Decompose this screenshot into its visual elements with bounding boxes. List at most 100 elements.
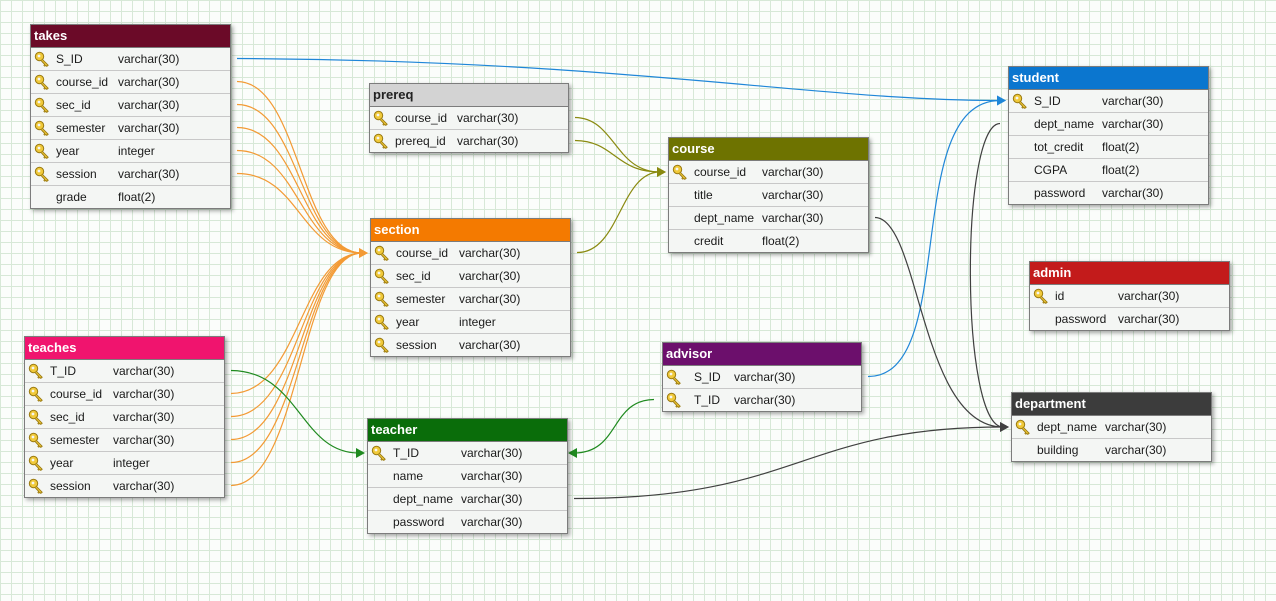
primary-key-icon [374,314,390,331]
column-name: tot_credit [1034,140,1084,154]
column-type: varchar(30) [459,246,521,260]
column-type: varchar(30) [734,370,796,384]
column-row[interactable]: sec_id varchar(30) [371,265,570,288]
column-type: varchar(30) [461,515,523,529]
column-name: semester [50,433,100,447]
column-row[interactable]: session varchar(30) [371,334,570,356]
column-row[interactable]: course_id varchar(30) [370,107,568,130]
column-row[interactable]: T_ID varchar(30) [663,389,861,411]
table-header-course[interactable]: course [669,138,868,161]
table-admin[interactable]: admin id varchar(30) password varchar(30) [1029,261,1230,331]
table-header-section[interactable]: section [371,219,570,242]
column-row[interactable]: course_id varchar(30) [669,161,868,184]
table-advisor[interactable]: advisor S_ID varchar(30) T_ID varchar(30) [662,342,862,412]
table-course[interactable]: course course_id varchar(30) title varchar(3… [668,137,869,253]
column-name: T_ID [393,446,420,460]
relation-edge [236,103,363,254]
column-type: varchar(30) [113,433,175,447]
column-row[interactable]: course_id varchar(30) [31,71,230,94]
column-name: CGPA [1034,163,1068,177]
table-student[interactable]: student S_ID varchar(30) dept_name varchar(3… [1008,66,1209,205]
primary-key-icon [34,51,50,68]
column-row[interactable]: dept_name varchar(30) [1012,416,1211,439]
column-name: course_id [56,75,109,89]
table-takes[interactable]: takes S_ID varchar(30) course_id varchar(30)… [30,24,231,209]
column-type: varchar(30) [457,134,519,148]
column-name: id [1055,289,1065,303]
column-type: varchar(30) [457,111,519,125]
column-row[interactable]: name varchar(30) [368,465,567,488]
column-row[interactable]: dept_name varchar(30) [368,488,567,511]
column-row[interactable]: S_ID varchar(30) [1009,90,1208,113]
column-name: title [694,188,713,202]
column-row[interactable]: dept_name varchar(30) [669,207,868,230]
column-name: year [56,144,80,158]
column-name: course_id [396,246,449,260]
relation-edge [236,80,363,254]
column-row[interactable]: password varchar(30) [1009,182,1208,204]
primary-key-icon [666,392,682,409]
column-name: semester [396,292,446,306]
column-row[interactable]: course_id varchar(30) [371,242,570,265]
table-teacher[interactable]: teacher T_ID varchar(30) name varchar(30) dep… [367,418,568,534]
table-header-teacher[interactable]: teacher [368,419,567,442]
column-row[interactable]: year integer [371,311,570,334]
column-row[interactable]: grade float(2) [31,186,230,208]
column-row[interactable]: T_ID varchar(30) [25,360,224,383]
table-header-prereq[interactable]: prereq [370,84,568,107]
column-name: session [50,479,91,493]
column-type: varchar(30) [113,479,175,493]
arrow-head [657,167,666,177]
table-header-advisor[interactable]: advisor [663,343,861,366]
table-header-student[interactable]: student [1009,67,1208,90]
column-type: varchar(30) [118,121,180,135]
column-row[interactable]: password varchar(30) [368,511,567,533]
column-row[interactable]: S_ID varchar(30) [31,48,230,71]
column-name: dept_name [393,492,454,506]
column-row[interactable]: S_ID varchar(30) [663,366,861,389]
column-row[interactable]: course_id varchar(30) [25,383,224,406]
column-type: varchar(30) [113,410,175,424]
column-name: S_ID [1034,94,1061,108]
column-type: varchar(30) [459,269,521,283]
column-row[interactable]: dept_name varchar(30) [1009,113,1208,136]
column-row[interactable]: year integer [25,452,224,475]
table-section[interactable]: section course_id varchar(30) sec_id varchar… [370,218,571,357]
arrow-head [997,95,1006,106]
column-row[interactable]: year integer [31,140,230,163]
column-row[interactable]: credit float(2) [669,230,868,252]
column-type: varchar(30) [1105,443,1167,457]
column-row[interactable]: semester varchar(30) [25,429,224,452]
column-row[interactable]: password varchar(30) [1030,308,1229,330]
table-header-department[interactable]: department [1012,393,1211,416]
table-teaches[interactable]: teaches T_ID varchar(30) course_id varchar(3… [24,336,225,498]
column-row[interactable]: semester varchar(30) [31,117,230,140]
column-row[interactable]: session varchar(30) [25,475,224,497]
table-prereq[interactable]: prereq course_id varchar(30) prereq_id varch… [369,83,569,153]
column-type: float(2) [762,234,800,248]
column-type: varchar(30) [734,393,796,407]
table-header-takes[interactable]: takes [31,25,230,48]
primary-key-icon [34,97,50,114]
column-row[interactable]: semester varchar(30) [371,288,570,311]
column-row[interactable]: session varchar(30) [31,163,230,186]
column-row[interactable]: CGPA float(2) [1009,159,1208,182]
column-row[interactable]: id varchar(30) [1030,285,1229,308]
table-header-admin[interactable]: admin [1030,262,1229,285]
relation-edge [236,172,363,254]
column-row[interactable]: title varchar(30) [669,184,868,207]
primary-key-icon [373,133,389,150]
relation-edge [230,252,363,418]
primary-key-icon [371,445,387,462]
column-name: year [396,315,420,329]
column-row[interactable]: T_ID varchar(30) [368,442,567,465]
table-department[interactable]: department dept_name varchar(30) building va… [1011,392,1212,462]
column-name: dept_name [694,211,755,225]
column-row[interactable]: sec_id varchar(30) [31,94,230,117]
column-row[interactable]: sec_id varchar(30) [25,406,224,429]
column-row[interactable]: tot_credit float(2) [1009,136,1208,159]
column-row[interactable]: building varchar(30) [1012,439,1211,461]
column-row[interactable]: prereq_id varchar(30) [370,130,568,152]
table-header-teaches[interactable]: teaches [25,337,224,360]
column-name: sec_id [396,269,431,283]
